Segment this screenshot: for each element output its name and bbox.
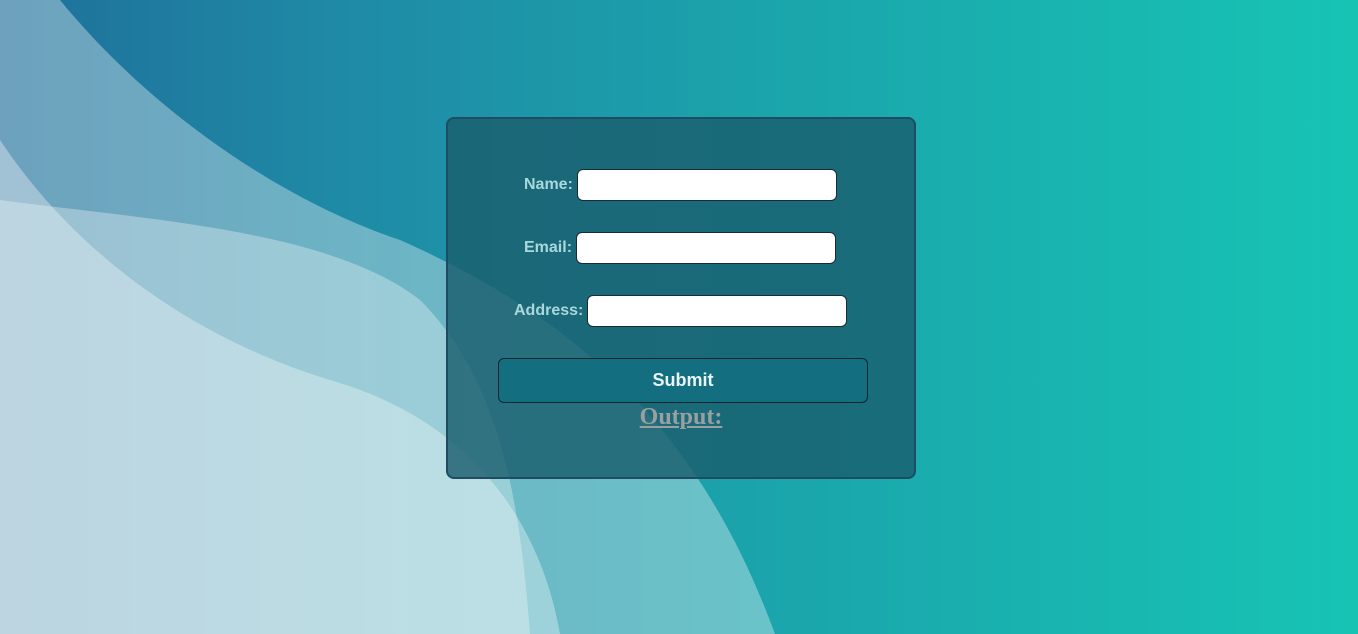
name-row: Name: [524, 169, 837, 201]
name-input[interactable] [576, 169, 837, 201]
email-label: Email: [524, 239, 573, 256]
email-input[interactable] [576, 232, 837, 264]
submit-button[interactable]: Submit [498, 358, 868, 403]
output-heading: Output: [639, 404, 723, 430]
name-label: Name: [524, 176, 573, 193]
email-row: Email: [524, 232, 837, 264]
address-row: Address: [514, 295, 848, 327]
form-card: Name: Email: Address: Submit Output: [446, 117, 916, 479]
address-input[interactable] [587, 295, 848, 327]
address-label: Address: [514, 302, 584, 319]
